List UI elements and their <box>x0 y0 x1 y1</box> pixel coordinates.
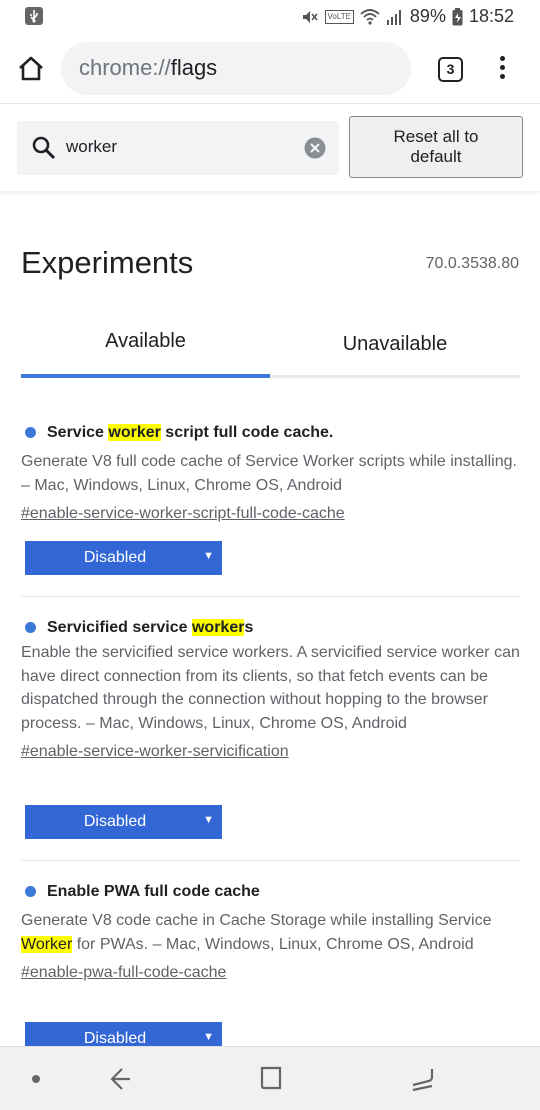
recent-apps-icon[interactable] <box>409 1065 437 1098</box>
title-text: Service <box>47 424 109 441</box>
tab-unavailable[interactable]: Unavailable <box>270 333 520 356</box>
status-icons: VoLTE 89% 18:52 <box>301 6 514 27</box>
dropdown-arrow-icon: ▼ <box>203 550 214 562</box>
usb-icon <box>24 6 44 31</box>
search-input[interactable] <box>66 137 286 157</box>
page-title: Experiments <box>21 245 194 280</box>
experiment-description: Generate V8 code cache in Cache Storage … <box>21 909 520 956</box>
search-icon <box>31 135 57 166</box>
divider <box>21 596 520 597</box>
select-value: Disabled <box>83 549 147 566</box>
experiment-item: Servicified service workers Enable the s… <box>21 617 520 763</box>
experiment-link[interactable]: #enable-pwa-full-code-cache <box>21 962 226 984</box>
title-highlight: worker <box>108 424 161 441</box>
clock: 18:52 <box>468 6 514 26</box>
dropdown-arrow-icon: ▼ <box>203 814 214 826</box>
title-text: script full code cache. <box>160 424 334 441</box>
home-icon[interactable] <box>16 54 48 86</box>
divider <box>21 860 520 861</box>
title-text: s <box>244 619 254 636</box>
experiment-title: Service worker script full code cache. <box>21 422 520 444</box>
address-bar[interactable]: chrome://flags <box>61 42 411 95</box>
volte-icon: VoLTE <box>324 9 354 24</box>
experiment-link[interactable]: #enable-service-worker-servicification <box>21 741 289 763</box>
reset-label-line1: Reset all to <box>393 127 479 146</box>
experiment-title: Enable PWA full code cache <box>21 881 520 903</box>
title-highlight: worker <box>191 619 245 636</box>
clear-icon[interactable] <box>304 137 326 164</box>
home-square-icon[interactable] <box>258 1065 284 1096</box>
browser-toolbar: chrome://flags 3 <box>0 34 540 104</box>
dropdown-arrow-icon: ▼ <box>203 1031 214 1043</box>
experiment-item: Enable PWA full code cache Generate V8 c… <box>21 881 520 984</box>
experiment-description: Generate V8 full code cache of Service W… <box>21 453 517 494</box>
status-bar: VoLTE 89% 18:52 <box>0 0 540 34</box>
version-label: 70.0.3538.80 <box>425 255 519 272</box>
tabs-icon[interactable]: 3 <box>438 57 463 82</box>
url-text: chrome://flags <box>79 55 217 81</box>
desc-text: for PWAs. – Mac, Windows, Linux, Chrome … <box>72 935 474 953</box>
experiment-dot-icon <box>25 622 36 633</box>
experiment-item: Service worker script full code cache. G… <box>21 422 520 525</box>
desc-highlight: Worker <box>21 935 73 953</box>
experiment-state-select[interactable]: Disabled ▼ <box>25 541 222 575</box>
back-icon[interactable] <box>106 1065 134 1098</box>
tab-available[interactable]: Available <box>21 330 270 353</box>
title-text: Servicified service <box>47 619 192 636</box>
tab-selected-indicator <box>21 374 270 378</box>
select-value: Disabled <box>83 813 147 830</box>
signal-icon <box>386 8 404 26</box>
overflow-menu-icon[interactable] <box>492 56 512 84</box>
battery-icon <box>452 7 463 26</box>
title-text: Enable PWA full code cache <box>47 883 260 900</box>
desc-text: Generate V8 code cache in Cache Storage … <box>21 912 492 929</box>
experiment-dot-icon <box>25 427 36 438</box>
mute-icon <box>301 8 319 26</box>
system-nav-bar <box>0 1046 540 1110</box>
reset-label-line2: default <box>410 147 462 166</box>
tab-count: 3 <box>446 61 455 77</box>
experiment-link[interactable]: #enable-service-worker-script-full-code-… <box>21 503 345 525</box>
wifi-icon <box>360 8 380 26</box>
url-host: flags <box>170 55 218 80</box>
reset-all-button[interactable]: Reset all to default <box>349 116 523 178</box>
experiment-description: Enable the servicified service workers. … <box>21 644 520 732</box>
experiment-dot-icon <box>25 886 36 897</box>
url-scheme: chrome:// <box>79 55 171 80</box>
experiment-title: Servicified service workers <box>21 617 520 639</box>
flags-search-bar: Reset all to default <box>0 105 540 191</box>
battery-percent: 89% <box>409 6 446 26</box>
nav-dot-icon[interactable] <box>32 1075 40 1083</box>
experiment-state-select[interactable]: Disabled ▼ <box>25 805 222 839</box>
search-box[interactable] <box>17 121 339 175</box>
